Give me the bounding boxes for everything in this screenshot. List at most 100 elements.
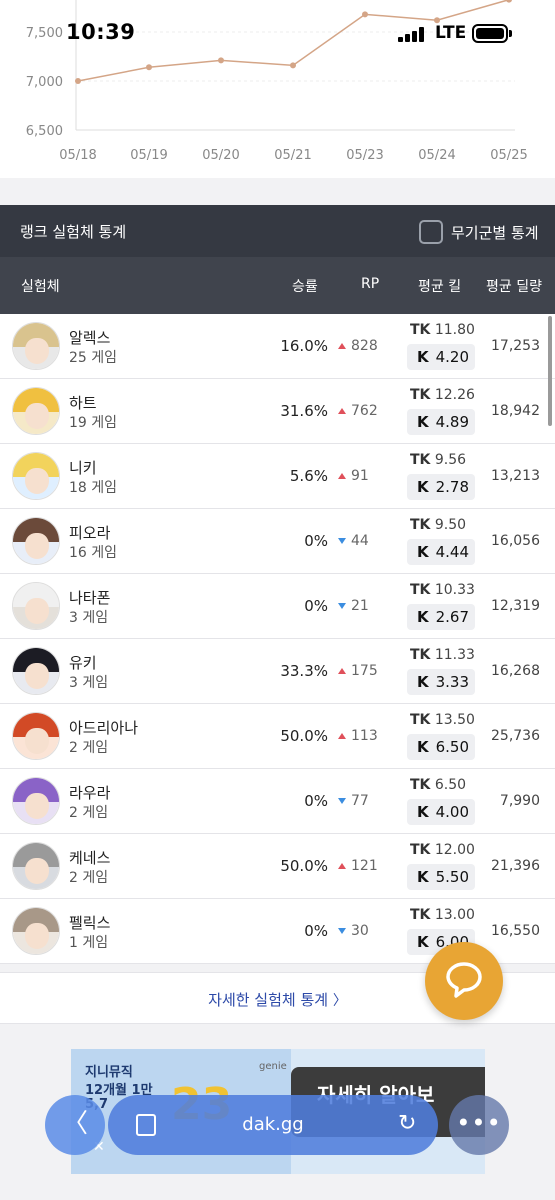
team-kill: TK 9.50 xyxy=(410,517,467,533)
character-avatar xyxy=(12,582,60,630)
table-row[interactable]: 니키 18 게임 5.6% 91 TK 9.56 K 2.78 13,213 xyxy=(0,444,555,509)
character-avatar xyxy=(12,777,60,825)
table-row[interactable]: 나타폰 3 게임 0% 21 TK 10.33 K 2.67 12,319 xyxy=(0,574,555,639)
character-name[interactable]: 알렉스 xyxy=(69,327,110,348)
character-avatar xyxy=(12,907,60,955)
rp-change: 762 xyxy=(338,403,398,419)
rp-value: 44 xyxy=(351,533,369,549)
games-count: 2 게임 xyxy=(69,870,109,886)
status-time: 10:39 xyxy=(66,20,136,44)
kill-badge: K 4.44 xyxy=(407,539,475,565)
character-name[interactable]: 하트 xyxy=(69,392,97,413)
col-winrate[interactable]: 승률 xyxy=(292,276,318,296)
avg-damage-value: 16,550 xyxy=(491,923,540,939)
table-row[interactable]: 알렉스 25 게임 16.0% 828 TK 11.80 K 4.20 17,25… xyxy=(0,314,555,379)
team-kill: TK 10.33 xyxy=(410,582,475,598)
address-bar[interactable]: dak.gg ↻ xyxy=(108,1095,438,1155)
url-text: dak.gg xyxy=(242,1114,304,1135)
kill-badge: K 3.33 xyxy=(407,669,475,695)
character-avatar xyxy=(12,452,60,500)
table-row[interactable]: 피오라 16 게임 0% 44 TK 9.50 K 4.44 16,056 xyxy=(0,509,555,574)
character-name[interactable]: 라우라 xyxy=(69,782,110,803)
kill-badge: K 4.89 xyxy=(407,409,475,435)
chat-button[interactable] xyxy=(425,942,503,1020)
back-button[interactable]: 〈 xyxy=(45,1095,105,1155)
weapon-stats-checkbox[interactable] xyxy=(419,220,443,244)
kill-badge: K 4.20 xyxy=(407,344,475,370)
network-type: LTE xyxy=(435,23,467,43)
x-tick-label: 05/20 xyxy=(202,148,239,163)
data-point xyxy=(75,78,81,84)
rp-change: 30 xyxy=(338,923,398,939)
arrow-up-icon xyxy=(338,733,346,739)
table-row[interactable]: 아드리아나 2 게임 50.0% 113 TK 13.50 K 6.50 25,7… xyxy=(0,704,555,769)
character-avatar xyxy=(12,517,60,565)
avg-damage-value: 13,213 xyxy=(491,468,540,484)
rp-value: 30 xyxy=(351,923,369,939)
table-row[interactable]: 케네스 2 게임 50.0% 121 TK 12.00 K 5.50 21,396 xyxy=(0,834,555,899)
kill-badge: K 2.67 xyxy=(407,604,475,630)
x-tick-label: 05/21 xyxy=(274,148,311,163)
col-character[interactable]: 실험체 xyxy=(21,276,60,296)
col-avg-kill[interactable]: 평균 킬 xyxy=(418,276,461,296)
x-tick-label: 05/24 xyxy=(418,148,455,163)
table-row[interactable]: 라우라 2 게임 0% 77 TK 6.50 K 4.00 7,990 xyxy=(0,769,555,834)
x-tick-label: 05/18 xyxy=(59,148,96,163)
character-name[interactable]: 니키 xyxy=(69,457,97,478)
table-row[interactable]: 유키 3 게임 33.3% 175 TK 11.33 K 3.33 16,268 xyxy=(0,639,555,704)
character-avatar xyxy=(12,647,60,695)
kill-badge: K 6.50 xyxy=(407,734,475,760)
kill-badge: K 2.78 xyxy=(407,474,475,500)
character-name[interactable]: 펠릭스 xyxy=(69,912,110,933)
y-tick-label: 7,000 xyxy=(26,75,63,90)
table-row[interactable]: 하트 19 게임 31.6% 762 TK 12.26 K 4.89 18,942 xyxy=(0,379,555,444)
games-count: 2 게임 xyxy=(69,740,109,756)
character-name[interactable]: 케네스 xyxy=(69,847,110,868)
games-count: 3 게임 xyxy=(69,675,109,691)
col-rp[interactable]: RP xyxy=(361,276,379,292)
rp-change: 21 xyxy=(338,598,398,614)
chat-bubble-icon xyxy=(446,962,482,998)
character-name[interactable]: 유키 xyxy=(69,652,97,673)
team-kill: TK 13.00 xyxy=(410,907,475,923)
col-avg-damage[interactable]: 평균 딜량 xyxy=(486,276,542,296)
character-stats-list: 알렉스 25 게임 16.0% 828 TK 11.80 K 4.20 17,25… xyxy=(0,314,555,964)
avg-damage-value: 12,319 xyxy=(491,598,540,614)
games-count: 3 게임 xyxy=(69,610,109,626)
team-kill: TK 13.50 xyxy=(410,712,475,728)
chevron-right-icon: 〉 xyxy=(332,993,347,1009)
character-avatar xyxy=(12,842,60,890)
avg-damage-value: 16,056 xyxy=(491,533,540,549)
rp-value: 175 xyxy=(351,663,378,679)
avg-damage-value: 7,990 xyxy=(499,793,540,809)
rp-change: 828 xyxy=(338,338,398,354)
rp-value: 21 xyxy=(351,598,369,614)
rp-value: 91 xyxy=(351,468,369,484)
character-name[interactable]: 나타폰 xyxy=(69,587,110,608)
chevron-left-icon: 〈 xyxy=(61,1109,88,1139)
weapon-stats-toggle[interactable]: 무기군별 통계 xyxy=(419,219,539,245)
avg-damage-value: 16,268 xyxy=(491,663,540,679)
more-button[interactable]: ••• xyxy=(449,1095,509,1155)
scrollbar[interactable] xyxy=(548,316,552,426)
team-kill: TK 12.00 xyxy=(410,842,475,858)
winrate-value: 0% xyxy=(304,532,328,550)
winrate-value: 31.6% xyxy=(280,402,328,420)
arrow-down-icon xyxy=(338,603,346,609)
avg-damage-value: 18,942 xyxy=(491,403,540,419)
winrate-value: 0% xyxy=(304,922,328,940)
character-name[interactable]: 피오라 xyxy=(69,522,110,543)
arrow-up-icon xyxy=(338,408,346,414)
stats-header: 랭크 실험체 통계 무기군별 통계 xyxy=(0,205,555,257)
games-count: 2 게임 xyxy=(69,805,109,821)
rp-value: 121 xyxy=(351,858,378,874)
games-count: 1 게임 xyxy=(69,935,109,951)
games-count: 18 게임 xyxy=(69,480,118,496)
winrate-value: 50.0% xyxy=(280,857,328,875)
character-name[interactable]: 아드리아나 xyxy=(69,717,138,738)
character-avatar xyxy=(12,712,60,760)
reload-icon[interactable]: ↻ xyxy=(398,1111,416,1136)
y-tick-label: 6,500 xyxy=(26,124,63,139)
rp-change: 121 xyxy=(338,858,398,874)
team-kill: TK 6.50 xyxy=(410,777,467,793)
